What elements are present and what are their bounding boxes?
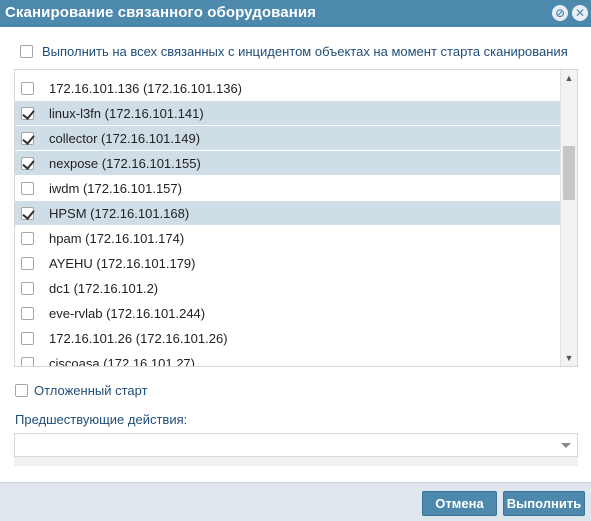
scroll-up-icon[interactable]: ▲ (561, 70, 577, 86)
device-list-scrollbar[interactable]: ▲ ▼ (560, 70, 577, 366)
list-item[interactable]: collector (172.16.101.149) (15, 126, 561, 151)
list-item-checkbox[interactable] (21, 257, 34, 270)
scan-all-label[interactable]: Выполнить на всех связанных с инцидентом… (42, 44, 568, 59)
list-item-label: AYEHU (172.16.101.179) (49, 256, 196, 271)
list-item[interactable]: dc1 (172.16.101.2) (15, 276, 561, 301)
scan-all-checkbox[interactable] (20, 45, 33, 58)
delayed-start-checkbox[interactable] (15, 384, 28, 397)
delayed-start-label[interactable]: Отложенный старт (34, 383, 148, 398)
cancel-button[interactable]: Отмена (422, 491, 497, 516)
list-item-label: hpam (172.16.101.174) (49, 231, 185, 246)
scrollbar-thumb[interactable] (563, 146, 575, 200)
list-item-checkbox[interactable] (21, 357, 34, 366)
list-item-checkbox[interactable] (21, 182, 34, 195)
list-item-checkbox[interactable] (21, 282, 34, 295)
previous-actions-select[interactable] (14, 433, 578, 457)
list-item[interactable]: eve-rvlab (172.16.101.244) (15, 301, 561, 326)
list-item-label: dc1 (172.16.101.2) (49, 281, 159, 296)
list-item-label: HPSM (172.16.101.168) (49, 206, 190, 221)
list-item-checkbox[interactable] (21, 332, 34, 345)
list-item[interactable]: iwdm (172.16.101.157) (15, 176, 561, 201)
list-item[interactable]: 172.16.101.136 (172.16.101.136) (15, 76, 561, 101)
list-item-checkbox[interactable] (21, 232, 34, 245)
list-item-checkbox[interactable] (21, 132, 34, 145)
select-underline (14, 457, 578, 466)
device-list[interactable]: 172.16.101.136 (172.16.101.136) linux-l3f… (14, 69, 578, 367)
list-item-label: collector (172.16.101.149) (49, 131, 201, 146)
list-item-checkbox[interactable] (21, 207, 34, 220)
list-item[interactable]: 172.16.101.26 (172.16.101.26) (15, 326, 561, 351)
close-icon[interactable]: ✕ (572, 5, 588, 21)
list-item-label: 172.16.101.26 (172.16.101.26) (49, 331, 228, 346)
chevron-down-icon[interactable] (561, 443, 571, 448)
list-item[interactable]: nexpose (172.16.101.155) (15, 151, 561, 176)
list-item-label: ciscoasa (172.16.101.27) (49, 356, 195, 367)
list-item[interactable]: hpam (172.16.101.174) (15, 226, 561, 251)
list-item[interactable]: HPSM (172.16.101.168) (15, 201, 561, 226)
dialog-footer: Отмена Выполнить (0, 482, 591, 521)
list-item-label: linux-l3fn (172.16.101.141) (49, 106, 204, 121)
list-item-label: eve-rvlab (172.16.101.244) (49, 306, 206, 321)
dialog-titlebar: Сканирование связанного оборудования ⊘ ✕ (0, 0, 591, 27)
list-item[interactable]: AYEHU (172.16.101.179) (15, 251, 561, 276)
restore-icon[interactable]: ⊘ (552, 5, 568, 21)
list-item-checkbox[interactable] (21, 107, 34, 120)
list-item[interactable]: linux-l3fn (172.16.101.141) (15, 101, 561, 126)
list-item-checkbox[interactable] (21, 307, 34, 320)
run-button[interactable]: Выполнить (503, 491, 585, 516)
list-item-label: 172.16.101.136 (172.16.101.136) (49, 81, 243, 96)
list-item[interactable]: ciscoasa (172.16.101.27) (15, 351, 561, 367)
list-item-label: nexpose (172.16.101.155) (49, 156, 201, 171)
list-item-checkbox[interactable] (21, 157, 34, 170)
dialog-title: Сканирование связанного оборудования (5, 4, 317, 21)
scroll-down-icon[interactable]: ▼ (561, 350, 577, 366)
previous-actions-label: Предшествующие действия: (15, 412, 188, 427)
list-item-label: iwdm (172.16.101.157) (49, 181, 182, 196)
list-item-checkbox[interactable] (21, 82, 34, 95)
